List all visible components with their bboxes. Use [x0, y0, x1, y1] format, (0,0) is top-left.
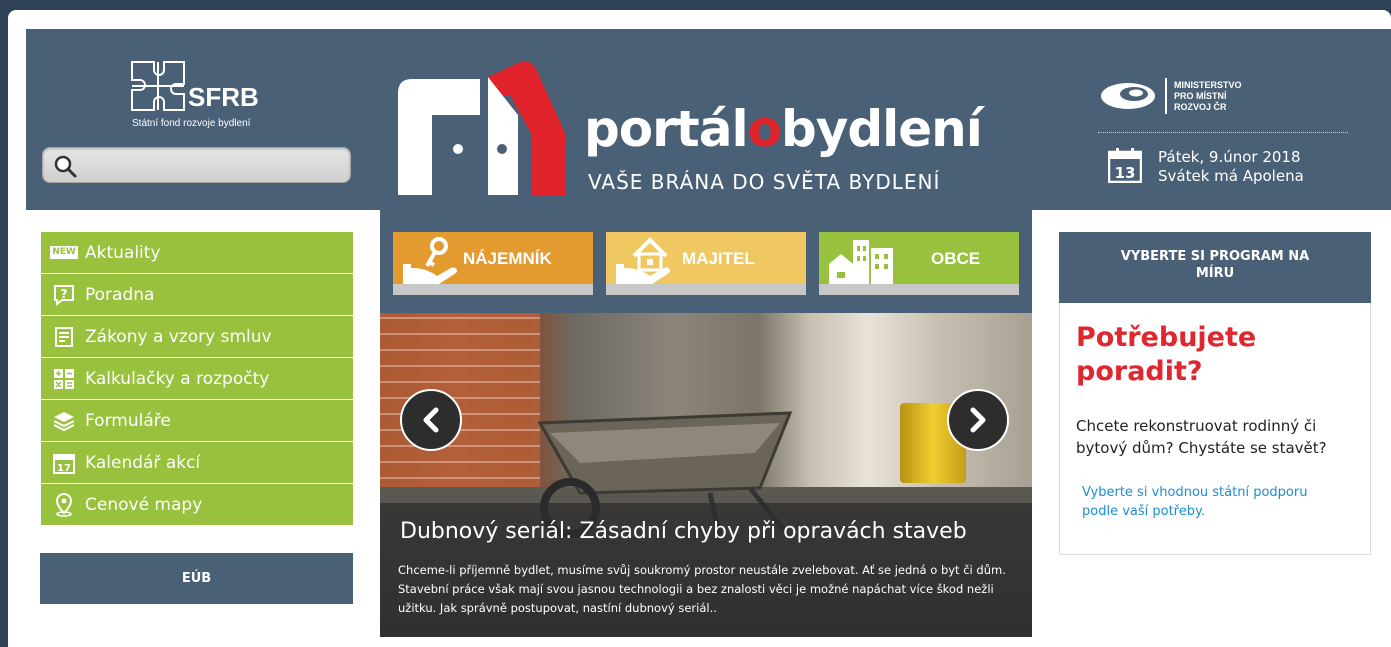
slide-caption: Dubnový seriál: Zásadní chyby při opravá…	[380, 503, 1032, 637]
search-icon[interactable]	[53, 154, 77, 178]
calculator-icon	[53, 368, 75, 390]
name-day: Svátek má Apolena	[1158, 167, 1304, 185]
program-heading: VYBERTE SI PROGRAM NA MÍRU	[1059, 232, 1371, 303]
menu-item-label: Poradna	[85, 284, 155, 305]
sfrb-subtitle: Státní fond rozvoje bydlení	[132, 118, 251, 129]
logo-word-after: bydlení	[780, 100, 983, 158]
tenant-key-icon	[403, 237, 458, 284]
menu-item-label: Kalkulačky a rozpočty	[85, 368, 270, 389]
puzzle-icon	[131, 61, 185, 111]
tile-majitel-label: MAJITEL	[682, 249, 755, 268]
date-day-number: 13	[1115, 164, 1136, 182]
tile-underline	[606, 284, 806, 295]
program-link[interactable]: Vyberte si vhodnou státní podporu podle …	[1082, 483, 1342, 521]
current-date: Pátek, 9.únor 2018	[1158, 148, 1301, 166]
news-slider[interactable]: Dubnový seriál: Zásadní chyby při opravá…	[380, 313, 1032, 637]
map-pin-icon	[53, 492, 75, 517]
eub-button[interactable]: EÚB	[40, 553, 353, 604]
calendar-icon: 13	[1108, 148, 1142, 183]
menu-item-poradna[interactable]: ? Poradna	[41, 274, 353, 315]
menu-calendar-day: 17	[57, 463, 71, 474]
slider-prev-button[interactable]	[400, 389, 462, 451]
date-info: Pátek, 9.únor 2018 Svátek má Apolena	[1158, 148, 1304, 186]
program-box: Potřebujete poradit? Chcete rekonstruova…	[1059, 303, 1371, 555]
slider-next-button[interactable]	[947, 389, 1009, 451]
ministry-name: MINISTERSTVO PRO MÍSTNÍ ROZVOJ ČR	[1174, 80, 1242, 112]
tile-underline	[393, 284, 593, 295]
tile-obce-label: OBCE	[931, 249, 981, 268]
menu-item-formulare[interactable]: Formuláře	[41, 400, 353, 441]
tile-obce[interactable]: OBCE	[819, 232, 1019, 295]
menu-item-cenove-mapy[interactable]: Cenové mapy	[41, 484, 353, 525]
city-buildings-icon	[829, 240, 893, 286]
menu-item-label: Zákony a vzory smluv	[85, 326, 272, 347]
calendar-icon: 17	[53, 452, 75, 474]
document-icon	[53, 326, 75, 348]
house-logo-icon[interactable]	[390, 55, 570, 195]
ministry-divider	[1165, 78, 1167, 114]
chevron-right-icon	[970, 407, 986, 433]
svg-text:?: ?	[61, 287, 68, 301]
tile-majitel[interactable]: MAJITEL	[606, 232, 806, 295]
slide-title[interactable]: Dubnový seriál: Zásadní chyby při opravá…	[400, 519, 967, 544]
search-box[interactable]	[42, 147, 351, 183]
program-text: Chcete rekonstruovat rodinný či bytový d…	[1076, 417, 1327, 457]
question-icon: ?	[53, 284, 75, 306]
menu-item-zakony[interactable]: Zákony a vzory smluv	[41, 316, 353, 357]
side-menu: NEW Aktuality ? Poradna Zákony a vzory s…	[41, 232, 353, 526]
tile-najemnik[interactable]: NÁJEMNÍK	[393, 232, 593, 295]
program-title: Potřebujete poradit?	[1076, 322, 1257, 387]
new-badge-label: NEW	[50, 246, 78, 259]
ministry-logo-icon[interactable]	[1098, 80, 1156, 112]
search-input[interactable]	[83, 152, 343, 178]
logo-tagline: VAŠE BRÁNA DO SVĚTA BYDLENÍ	[588, 170, 941, 194]
menu-item-aktuality[interactable]: NEW Aktuality	[41, 232, 353, 273]
sfrb-name: SFRB	[188, 82, 259, 112]
tile-underline	[819, 284, 1019, 295]
menu-item-kalendar[interactable]: 17 Kalendář akcí	[41, 442, 353, 483]
new-badge-icon: NEW	[50, 242, 78, 264]
chevron-left-icon	[423, 407, 439, 433]
portal-logo-text[interactable]: portálobydlení	[584, 100, 983, 158]
sfrb-logo[interactable]: SFRB Státní fond rozvoje bydlení	[130, 60, 280, 130]
menu-item-label: Kalendář akcí	[85, 452, 201, 473]
menu-item-kalkulacky[interactable]: Kalkulačky a rozpočty	[41, 358, 353, 399]
tile-najemnik-label: NÁJEMNÍK	[463, 249, 552, 268]
owner-house-icon	[616, 237, 671, 284]
layers-icon	[53, 410, 75, 432]
menu-item-label: Aktuality	[85, 242, 161, 263]
logo-word-before: portál	[584, 100, 749, 158]
slide-text: Chceme-li příjemně bydlet, musíme svůj s…	[398, 563, 1006, 615]
menu-item-label: Cenové mapy	[85, 494, 203, 515]
logo-word-o: o	[747, 100, 782, 158]
dotted-separator	[1098, 132, 1348, 133]
menu-item-label: Formuláře	[85, 410, 171, 431]
